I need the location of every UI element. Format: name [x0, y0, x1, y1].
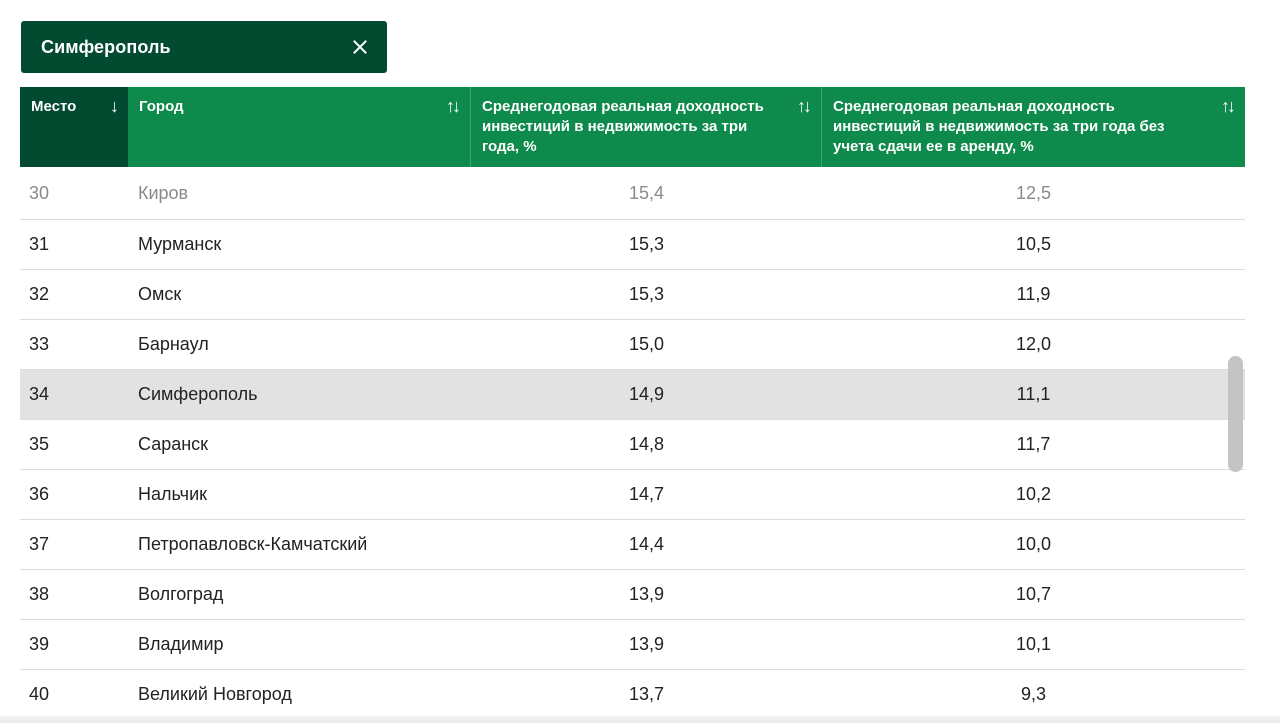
- search-chip[interactable]: Симферополь: [21, 21, 387, 73]
- cell-place: 39: [29, 634, 50, 654]
- table-row[interactable]: 35 Саранск 14,8 11,7: [20, 420, 1245, 470]
- cell-place: 37: [29, 534, 50, 554]
- cell-place: 30: [29, 182, 50, 203]
- table-row[interactable]: 37 Петропавловск-Камчатский 14,4 10,0: [20, 520, 1245, 570]
- cell-city: Петропавловск-Камчатский: [138, 534, 368, 554]
- cell-city: Мурманск: [138, 234, 222, 254]
- cell-city: Киров: [138, 182, 189, 203]
- cell-city: Саранск: [138, 434, 209, 454]
- page: Симферополь Место ↓ Город ↑↓ Среднегодов…: [0, 0, 1280, 723]
- table-row[interactable]: 40 Великий Новгород 13,7 9,3: [20, 670, 1245, 720]
- cell-city: Барнаул: [138, 334, 209, 354]
- cell-place: 32: [29, 284, 50, 304]
- cell-yield-rent: 14,7: [628, 484, 665, 504]
- search-chip-label: Симферополь: [41, 36, 171, 57]
- cell-yield-no-rent: 10,7: [1015, 584, 1052, 604]
- sort-down-icon[interactable]: ↓: [110, 96, 119, 116]
- table-row[interactable]: 31 Мурманск 15,3 10,5: [20, 220, 1245, 270]
- cell-yield-rent: 14,4: [628, 534, 665, 554]
- cell-yield-rent: 14,9: [628, 384, 665, 404]
- header-place[interactable]: Место ↓: [20, 87, 128, 167]
- cell-place: 31: [29, 234, 50, 254]
- cell-city: Великий Новгород: [138, 684, 292, 704]
- cell-yield-rent: 13,9: [628, 584, 665, 604]
- cell-yield-no-rent: 11,7: [1016, 434, 1051, 454]
- header-yield-rent[interactable]: Среднегодовая реальная доходность инвест…: [471, 87, 822, 167]
- table-row[interactable]: 32 Омск 15,3 11,9: [20, 270, 1245, 320]
- cell-place: 35: [29, 434, 50, 454]
- header-place-label: Место: [31, 98, 77, 115]
- cell-place: 33: [29, 334, 50, 354]
- sort-icon[interactable]: ↑↓: [1221, 96, 1236, 116]
- cell-yield-rent: 15,3: [628, 284, 665, 304]
- cell-yield-rent: 13,7: [628, 684, 665, 704]
- cell-yield-no-rent: 9,3: [1020, 684, 1047, 704]
- cell-city: Владимир: [138, 634, 224, 654]
- table-row[interactable]: 39 Владимир 13,9 10,1: [20, 620, 1245, 670]
- cell-place: 40: [29, 684, 50, 704]
- header-yield-no-rent[interactable]: Среднегодовая реальная доходность инвест…: [822, 87, 1245, 167]
- table-row[interactable]: 38 Волгоград 13,9 10,7: [20, 570, 1245, 620]
- scrollbar-thumb[interactable]: [1228, 356, 1243, 472]
- cell-city: Нальчик: [138, 484, 207, 504]
- cell-yield-no-rent: 10,0: [1015, 534, 1052, 554]
- cell-yield-no-rent: 11,1: [1016, 384, 1051, 404]
- cell-yield-no-rent: 12,0: [1015, 334, 1052, 354]
- cell-place: 34: [29, 384, 50, 404]
- table-row[interactable]: 34 Симферополь 14,9 11,1: [20, 370, 1245, 420]
- ranking-table: Место ↓ Город ↑↓ Среднегодовая реальная …: [20, 87, 1245, 720]
- close-icon[interactable]: [349, 36, 371, 58]
- cell-yield-rent: 15,0: [628, 334, 665, 354]
- cell-yield-rent: 15,4: [628, 182, 665, 203]
- header-yield-no-rent-label: Среднегодовая реальная доходность инвест…: [833, 98, 1165, 155]
- cell-yield-no-rent: 11,9: [1016, 284, 1051, 304]
- table-body: 30 Киров 15,4 12,5 31 Мурманск 15,3 10,5…: [20, 167, 1245, 720]
- header-yield-rent-label: Среднегодовая реальная доходность инвест…: [482, 98, 764, 155]
- cell-city: Волгоград: [138, 584, 224, 604]
- header-city[interactable]: Город ↑↓: [128, 87, 471, 167]
- header-city-label: Город: [139, 98, 184, 115]
- cell-yield-no-rent: 10,5: [1015, 234, 1052, 254]
- cell-yield-no-rent: 10,1: [1015, 634, 1052, 654]
- table-row[interactable]: 30 Киров 15,4 12,5: [20, 167, 1245, 220]
- bottom-edge: [0, 716, 1280, 723]
- cell-place: 36: [29, 484, 50, 504]
- cell-yield-rent: 14,8: [628, 434, 665, 454]
- cell-yield-no-rent: 10,2: [1015, 484, 1052, 504]
- cell-city: Омск: [138, 284, 182, 304]
- sort-icon[interactable]: ↑↓: [797, 96, 812, 116]
- table-header: Место ↓ Город ↑↓ Среднегодовая реальная …: [20, 87, 1245, 167]
- cell-yield-no-rent: 12,5: [1015, 182, 1052, 203]
- table-row[interactable]: 36 Нальчик 14,7 10,2: [20, 470, 1245, 520]
- cell-yield-rent: 13,9: [628, 634, 665, 654]
- cell-yield-rent: 15,3: [628, 234, 665, 254]
- table-row[interactable]: 33 Барнаул 15,0 12,0: [20, 320, 1245, 370]
- cell-city: Симферополь: [138, 384, 258, 404]
- sort-icon[interactable]: ↑↓: [446, 96, 461, 116]
- cell-place: 38: [29, 584, 50, 604]
